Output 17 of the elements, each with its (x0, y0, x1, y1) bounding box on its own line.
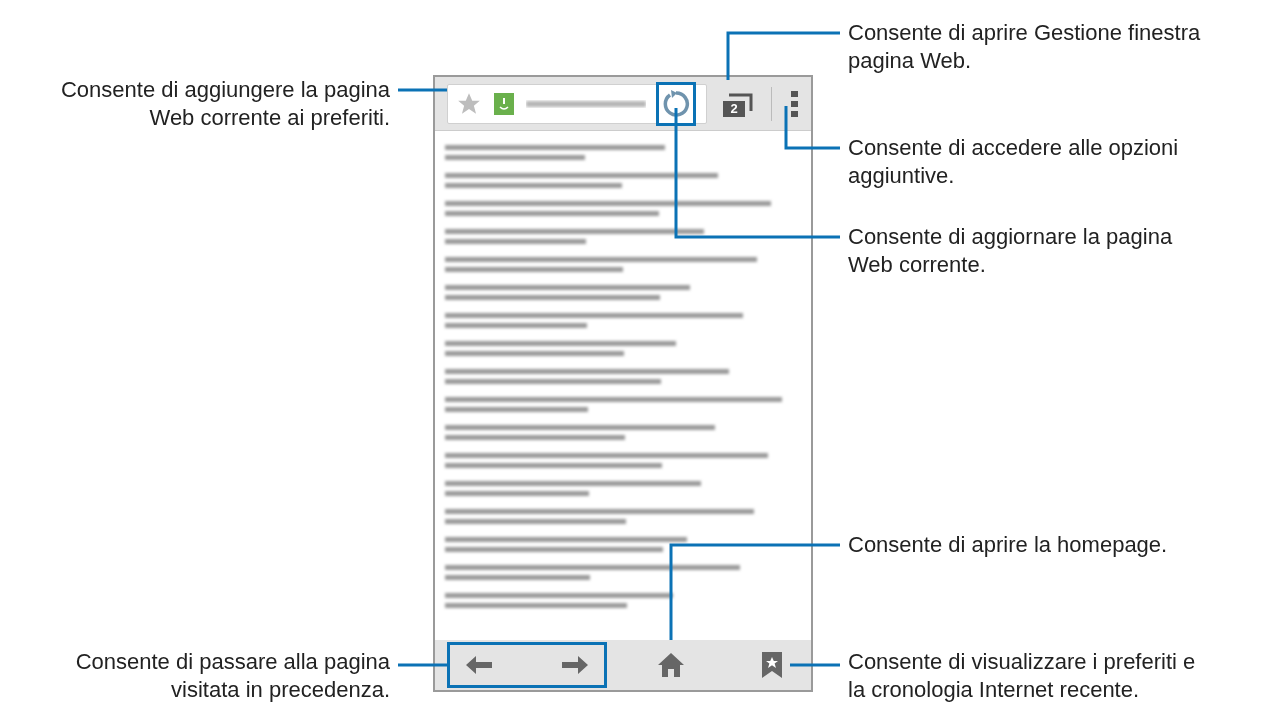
callout-text: Consente di aggiornare la pagina Web corrente. (848, 223, 1173, 279)
callout-text: Consente di visualizzare i preferiti e la cronologia Internet recente. (848, 648, 1196, 704)
site-logo-icon (494, 92, 514, 115)
leader-line (790, 663, 840, 667)
refresh-button[interactable] (656, 81, 696, 126)
callout-text: Consente di aggiungere la pagina Web corrente ai preferiti. (60, 76, 390, 132)
callout-text: Consente di aprire Gestione finestra pagina Web. (848, 19, 1201, 75)
home-icon[interactable] (657, 652, 685, 678)
callout-text: Consente di aprire la homepage. (848, 531, 1168, 559)
tabs-button[interactable]: 2 (719, 88, 755, 119)
address-bar[interactable] (447, 83, 707, 124)
back-arrow-icon[interactable] (464, 655, 494, 675)
callout-text: Consente di accedere alle opzioni aggiuntive. (848, 134, 1179, 190)
forward-arrow-icon[interactable] (560, 655, 590, 675)
leader-line (398, 88, 447, 92)
bookmark-icon[interactable] (761, 651, 783, 679)
callout-text: Consente di passare alla pagina visitata in precedenza. (75, 648, 390, 704)
